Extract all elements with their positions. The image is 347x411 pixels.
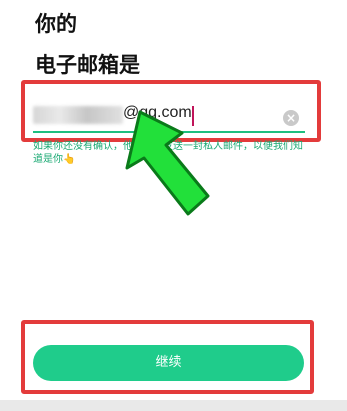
page-title-line1: 你的: [35, 12, 77, 36]
email-field[interactable]: @qq.com: [33, 103, 305, 129]
text-cursor: [192, 106, 194, 126]
redacted-email-prefix: [33, 106, 123, 124]
email-hint-text: 如果你还没有确认，他们会给发送一封私人邮件，以便我们知道是你👆: [33, 141, 303, 165]
bottom-bar: [0, 400, 347, 411]
email-field-underline: [33, 131, 305, 133]
clear-icon[interactable]: ×: [283, 110, 299, 126]
continue-button[interactable]: 继续: [33, 345, 304, 381]
email-domain-text: @qq.com: [123, 104, 192, 121]
page-title-line2: 电子邮箱是: [35, 53, 140, 77]
